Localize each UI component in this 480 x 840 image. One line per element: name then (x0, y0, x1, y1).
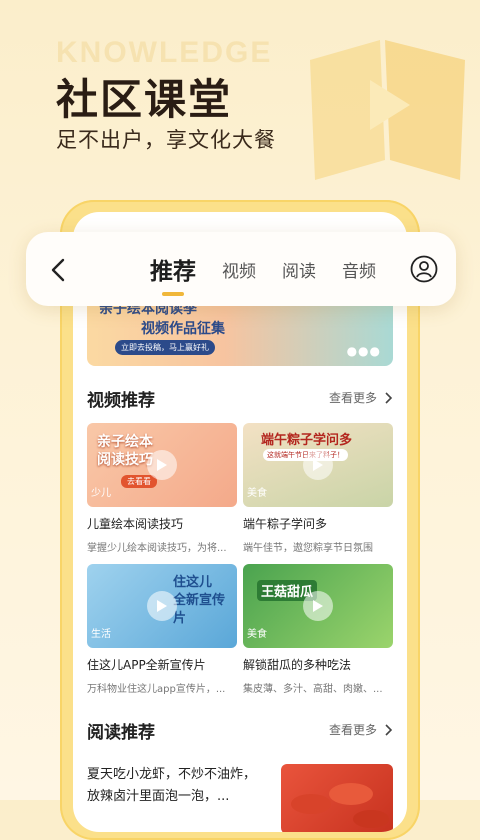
banner-cta[interactable]: 立即去投稿，马上赢好礼 (115, 340, 215, 355)
video-title: 端午粽子学问多 (243, 517, 328, 531)
book-play-illustration (310, 40, 465, 180)
video-thumbnail[interactable]: 端午粽子学问多 这就端午节日来了料子！ 美食 (243, 423, 393, 507)
play-icon[interactable] (303, 450, 333, 480)
crayfish-image (291, 783, 389, 828)
chevron-right-icon (385, 723, 393, 736)
category-tag: 美食 (247, 629, 267, 640)
thumbnail-button: 去看看 (121, 475, 157, 488)
read-section-title: 阅读推荐 (87, 723, 155, 743)
video-card[interactable]: 住这儿 全新宣传片 生活 住这儿APP全新宣传片 万科物业住这儿app宣传片，..… (87, 564, 237, 695)
video-desc: 集皮薄、多汁、高甜、肉嫩、... (243, 684, 383, 695)
video-card[interactable]: 亲子绘本 阅读技巧 去看看 少儿 儿童绘本阅读技巧 掌握少儿绘本阅读技巧，为将..… (87, 423, 237, 554)
top-navigation-bar: 推荐 视频 阅读 音频 (26, 232, 456, 306)
play-icon[interactable] (303, 591, 333, 621)
video-desc: 万科物业住这儿app宣传片，... (87, 684, 226, 695)
category-tag: 生活 (91, 629, 111, 640)
read-item-text: 夏天吃小龙虾，不炒不油炸，放辣卤汁里面泡一泡，... (87, 767, 257, 804)
category-tag: 少儿 (91, 488, 111, 499)
see-more-label: 查看更多 (328, 723, 377, 737)
video-thumbnail[interactable]: 亲子绘本 阅读技巧 去看看 少儿 (87, 423, 237, 507)
chevron-right-icon (385, 391, 393, 404)
tab-bar: 推荐 视频 阅读 音频 (150, 232, 402, 306)
thumbnail-text: 亲子绘本 阅读技巧 (97, 434, 153, 468)
see-more-label: 查看更多 (328, 391, 377, 405)
tab-reading[interactable]: 阅读 (282, 257, 316, 282)
video-thumbnail[interactable]: 王菇甜瓜 美食 (243, 564, 393, 648)
page-headline: 社区课堂 (56, 75, 233, 124)
banner-subtitle: 视频作品征集 (141, 321, 225, 337)
page-subtitle: 足不出户，享文化大餐 (56, 128, 276, 152)
video-thumbnail[interactable]: 住这儿 全新宣传片 生活 (87, 564, 237, 648)
video-card[interactable]: 王菇甜瓜 美食 解锁甜瓜的多种吃法 集皮薄、多汁、高甜、肉嫩、... (243, 564, 393, 695)
tab-audio[interactable]: 音频 (342, 257, 376, 282)
read-list-item[interactable]: 夏天吃小龙虾，不炒不油炸，放辣卤汁里面泡一泡，... (87, 764, 393, 832)
video-title: 住这儿APP全新宣传片 (87, 658, 206, 672)
carousel-dots: ●●● (346, 344, 381, 358)
thumbnail-text: 端午粽子学问多 (261, 433, 353, 448)
video-desc: 端午佳节，遨您粽享节日氛围 (243, 543, 373, 554)
video-card[interactable]: 端午粽子学问多 这就端午节日来了料子！ 美食 端午粽子学问多 端午佳节，遨您粽享… (243, 423, 393, 554)
play-icon[interactable] (147, 450, 177, 480)
play-icon[interactable] (147, 591, 177, 621)
tab-video[interactable]: 视频 (222, 257, 256, 282)
knowledge-watermark: KNOWLEDGE (56, 36, 273, 69)
user-icon (410, 255, 438, 283)
tab-recommend[interactable]: 推荐 (150, 252, 196, 286)
video-section-header: 视频推荐 查看更多 (87, 386, 393, 411)
video-desc: 掌握少儿绘本阅读技巧，为将... (87, 543, 227, 554)
back-button[interactable] (38, 250, 78, 290)
read-section-header: 阅读推荐 查看更多 (87, 718, 393, 743)
read-item-thumbnail (281, 764, 393, 832)
thumbnail-text: 住这儿 全新宣传片 (173, 575, 226, 626)
video-see-more[interactable]: 查看更多 (329, 389, 393, 406)
video-title: 儿童绘本阅读技巧 (87, 517, 184, 531)
user-button[interactable] (406, 251, 442, 287)
video-section-title: 视频推荐 (87, 391, 155, 411)
read-see-more[interactable]: 查看更多 (329, 721, 393, 738)
category-tag: 美食 (247, 488, 267, 499)
chevron-left-icon (51, 258, 65, 282)
video-title: 解锁甜瓜的多种吃法 (243, 658, 352, 672)
